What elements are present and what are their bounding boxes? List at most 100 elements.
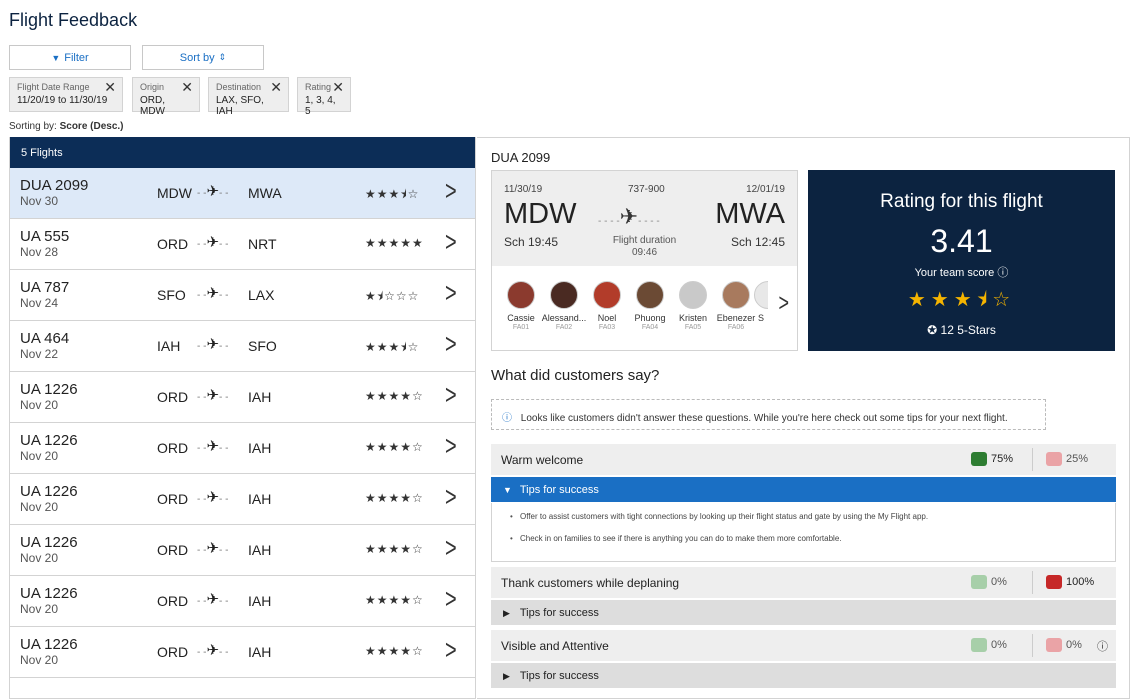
thumbs-down-icon <box>1046 638 1062 652</box>
plane-icon: - -✈- - <box>197 234 229 251</box>
thumbs-up-percent: 0% <box>991 576 1007 588</box>
flight-row[interactable]: UA 464 Nov 22 IAH - -✈- - SFO ★★★⯨☆ > <box>10 321 475 372</box>
destination-code: MWA <box>248 185 282 201</box>
tips-label: Tips for success <box>519 670 599 682</box>
avatar <box>754 281 768 309</box>
tips-list: Offer to assist customers with tight con… <box>491 503 1116 562</box>
filter-label: Filter <box>64 51 89 64</box>
origin-code: ORD <box>157 644 189 660</box>
tips-toggle-visible-attentive[interactable]: ▶ Tips for success <box>491 663 1116 688</box>
tip-item: Check in on families to see if there is … <box>510 534 1115 543</box>
close-icon[interactable]: ✕ <box>181 80 193 94</box>
rating-stars: ★★★★★ <box>365 236 424 250</box>
origin-code: IAH <box>157 338 181 354</box>
departure-date: 11/30/19 <box>504 184 543 195</box>
avatar <box>679 281 707 309</box>
chevron-right-icon[interactable]: > <box>445 176 457 208</box>
sort-arrows-icon: ⇕ <box>218 52 227 62</box>
thumbs-down-icon <box>1046 575 1062 589</box>
crew-id: FA06 <box>727 324 745 331</box>
thumbs-down-percent: 25% <box>1066 453 1089 465</box>
destination-code: IAH <box>248 542 272 558</box>
origin-code: MDW <box>157 185 192 201</box>
thumbs-down-percent: 0% <box>1066 639 1082 651</box>
tips-toggle-warm-welcome[interactable]: ▼ Tips for success <box>491 477 1116 502</box>
plane-icon: - -✈- - <box>197 336 229 353</box>
origin-code: ORD <box>157 593 189 609</box>
flight-number: UA 464 <box>20 330 70 347</box>
chevron-right-icon[interactable]: > <box>445 584 457 616</box>
info-icon[interactable]: ⓘ <box>997 267 1008 279</box>
question-visible-attentive[interactable]: Visible and Attentive 0% 0% ⓘ <box>491 630 1116 661</box>
rating-stars: ★★★★☆ <box>365 644 424 658</box>
five-star-count: ✪ 12 5-Stars <box>808 323 1115 337</box>
destination-code: MWA <box>715 198 785 230</box>
chevron-right-icon[interactable]: > <box>445 482 457 514</box>
thumbs-down-icon <box>1046 452 1062 466</box>
flight-date: Nov 20 <box>20 500 59 514</box>
flight-row[interactable]: UA 1226 Nov 20 ORD - -✈- - IAH ★★★★☆ > <box>10 474 475 525</box>
origin-code: MDW <box>504 198 577 230</box>
team-score-text: Your team score <box>914 267 995 279</box>
tip-item: Offer to assist customers with tight con… <box>510 512 1115 521</box>
caret-right-icon: ▶ <box>503 671 510 681</box>
filter-chip-rating: Rating 1, 3, 4, 5 ✕ <box>297 77 351 117</box>
thumbs-up-result: 75% <box>971 452 1013 466</box>
filter-button[interactable]: ▼ Filter <box>9 45 131 70</box>
chevron-right-icon[interactable]: > <box>445 431 457 463</box>
question-thank-customers[interactable]: Thank customers while deplaning 0% 100% <box>491 567 1116 598</box>
chevron-right-icon[interactable]: > <box>445 278 457 310</box>
destination-code: IAH <box>248 440 272 456</box>
close-icon[interactable]: ✕ <box>332 80 344 94</box>
flight-row[interactable]: UA 1226 Nov 20 ORD - -✈- - IAH ★★★★☆ > <box>10 372 475 423</box>
thumbs-up-icon <box>971 452 987 466</box>
divider <box>1032 634 1033 657</box>
flight-date: Nov 24 <box>20 296 59 310</box>
destination-code: NRT <box>248 236 277 252</box>
thumbs-up-percent: 75% <box>991 453 1014 465</box>
avatar <box>593 281 621 309</box>
divider <box>1032 571 1033 594</box>
origin-code: ORD <box>157 236 189 252</box>
chevron-right-icon[interactable]: > <box>778 289 789 318</box>
feedback-title: What did customers say? <box>491 367 660 384</box>
thumbs-down-result: 100% <box>1046 575 1094 589</box>
thumbs-up-result: 0% <box>971 575 1007 589</box>
flight-row[interactable]: DUA 2099 Nov 30 MDW - -✈- - MWA ★★★⯨☆ > <box>10 168 475 219</box>
rating-stars: ★★★★☆ <box>365 593 424 607</box>
flight-row[interactable]: UA 555 Nov 28 ORD - -✈- - NRT ★★★★★ > <box>10 219 475 270</box>
destination-code: IAH <box>248 389 272 405</box>
sort-button[interactable]: Sort by ⇕ <box>142 45 264 70</box>
chevron-right-icon[interactable]: > <box>445 329 457 361</box>
flight-row[interactable]: UA 1226 Nov 20 ORD - -✈- - IAH ★★★★☆ > <box>10 423 475 474</box>
flight-row[interactable]: UA 787 Nov 24 SFO - -✈- - LAX ★⯨☆☆☆ > <box>10 270 475 321</box>
thumbs-down-result: 25% <box>1046 452 1088 466</box>
flight-number: DUA 2099 <box>20 177 89 194</box>
arrival-date: 12/01/19 <box>746 184 785 195</box>
chevron-right-icon[interactable]: > <box>445 635 457 667</box>
flight-date: Nov 30 <box>20 194 59 208</box>
flight-list: 5 Flights DUA 2099 Nov 30 MDW - -✈- - MWA ★★★… <box>9 137 476 699</box>
avatar <box>550 281 578 309</box>
info-icon[interactable]: ⓘ <box>1097 638 1108 654</box>
close-icon[interactable]: ✕ <box>104 80 116 94</box>
rating-stars: ★★★⯨☆ <box>907 289 1016 311</box>
chevron-right-icon[interactable]: > <box>445 227 457 259</box>
chevron-right-icon[interactable]: > <box>445 380 457 412</box>
sorting-prefix: Sorting by: <box>9 121 57 132</box>
arrival-time: Sch 12:45 <box>730 235 785 249</box>
flight-row[interactable]: UA 1226 Nov 20 ORD - -✈- - IAH ★★★★☆ > <box>10 627 475 678</box>
close-icon[interactable]: ✕ <box>270 80 282 94</box>
team-score-label: Your team score ⓘ <box>808 264 1115 280</box>
question-warm-welcome[interactable]: Warm welcome 75% 25% <box>491 444 1116 475</box>
sorting-value: Score (Desc.) <box>59 121 124 132</box>
chip-value: LAX, SFO, IAH <box>216 95 264 117</box>
destination-code: IAH <box>248 593 272 609</box>
caret-down-icon: ▼ <box>503 485 512 495</box>
plane-icon: - -✈- - <box>197 285 229 302</box>
flight-row[interactable]: UA 1226 Nov 20 ORD - -✈- - IAH ★★★★☆ > <box>10 525 475 576</box>
tips-toggle-thank-customers[interactable]: ▶ Tips for success <box>491 600 1116 625</box>
chevron-right-icon[interactable]: > <box>445 533 457 565</box>
flight-row[interactable]: UA 1226 Nov 20 ORD - -✈- - IAH ★★★★☆ > <box>10 576 475 627</box>
sorting-indicator: Sorting by: Score (Desc.) <box>9 121 124 132</box>
